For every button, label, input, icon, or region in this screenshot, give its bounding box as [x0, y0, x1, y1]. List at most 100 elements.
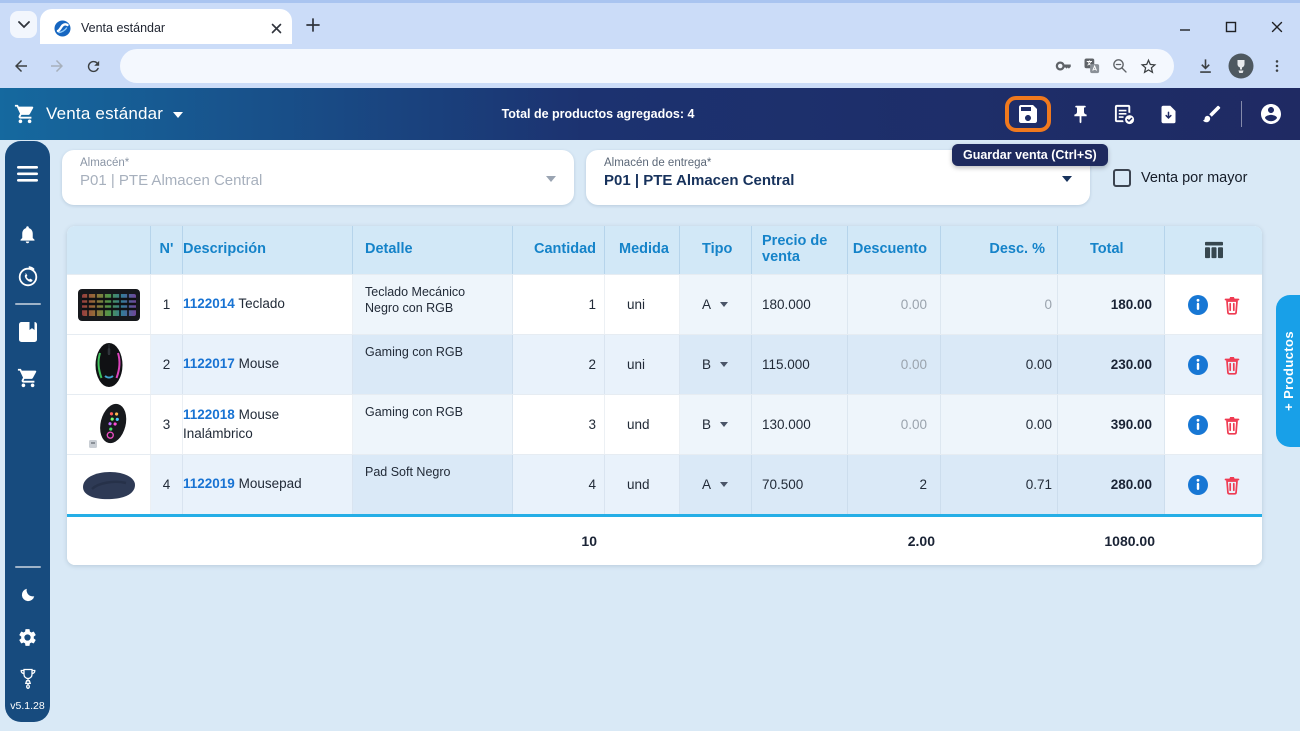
wholesale-checkbox[interactable] [1113, 169, 1131, 187]
product-name: Mouse [238, 356, 280, 372]
unit-cell: uni [605, 335, 680, 394]
totals-row: 10 2.00 1080.00 [67, 517, 1262, 565]
product-description: 1122014 Teclado [183, 275, 353, 334]
sale-price-cell[interactable]: 130.000 [752, 395, 848, 454]
column-settings-button[interactable] [1165, 226, 1262, 274]
price-type-select[interactable]: B [680, 395, 752, 454]
new-tab-button[interactable] [302, 14, 324, 36]
delete-button[interactable] [1223, 475, 1241, 495]
document-check-icon [1114, 104, 1134, 124]
sale-type-selector[interactable]: Venta estándar [14, 103, 184, 125]
delete-button[interactable] [1223, 415, 1241, 435]
product-description: 1122018 Mouse Inalámbrico [183, 395, 353, 454]
browser-tab[interactable]: Venta estándar [40, 9, 292, 47]
save-button[interactable] [1013, 99, 1043, 129]
account-icon [1261, 104, 1281, 124]
save-icon [1019, 105, 1037, 123]
row-number: 3 [151, 395, 183, 454]
discount-cell[interactable]: 2 [848, 455, 941, 514]
minimize-button[interactable] [1162, 6, 1208, 47]
delete-button[interactable] [1223, 295, 1241, 315]
trash-icon [1224, 416, 1239, 435]
delivery-warehouse-value: P01 | PTE Almacen Central [604, 172, 795, 189]
table-row: 3 1122018 Mouse Inalámbrico Gaming con R… [67, 394, 1262, 454]
reload-button[interactable] [78, 51, 108, 81]
add-products-tab[interactable]: + Productos [1276, 295, 1300, 447]
save-tooltip: Guardar venta (Ctrl+S) [952, 144, 1108, 166]
discount-cell[interactable]: 0.00 [848, 335, 941, 394]
discount-cell[interactable]: 0.00 [848, 395, 941, 454]
discount-pct-cell[interactable]: 0.00 [941, 335, 1058, 394]
clear-button[interactable] [1197, 99, 1227, 129]
product-code-link[interactable]: 1122018 [183, 407, 235, 422]
sidebar-whatsapp-button[interactable] [5, 259, 50, 293]
window-controls [1162, 6, 1300, 47]
unit-cell: und [605, 395, 680, 454]
forward-button[interactable] [42, 51, 72, 81]
quantity-cell[interactable]: 4 [513, 455, 605, 514]
sale-price-cell[interactable]: 180.000 [752, 275, 848, 334]
product-code-link[interactable]: 1122014 [183, 296, 235, 311]
downloads-button[interactable] [1190, 51, 1220, 81]
info-button[interactable] [1187, 414, 1209, 436]
gear-icon [19, 628, 36, 646]
version-text: v5.1.28 [10, 700, 45, 712]
info-button[interactable] [1187, 354, 1209, 376]
bookmark-button[interactable] [1134, 52, 1162, 80]
password-manager-button[interactable] [1050, 52, 1078, 80]
quantity-cell[interactable]: 1 [513, 275, 605, 334]
price-type-select[interactable]: A [680, 275, 752, 334]
export-document-button[interactable] [1153, 99, 1183, 129]
delete-button[interactable] [1223, 355, 1241, 375]
zoom-button[interactable] [1106, 52, 1134, 80]
price-type-select[interactable]: A [680, 455, 752, 514]
star-icon [1140, 58, 1156, 74]
quantity-cell[interactable]: 2 [513, 335, 605, 394]
browser-menu-button[interactable] [1262, 51, 1292, 81]
browser-profile-avatar[interactable] [1226, 51, 1256, 81]
browser-toolbar [0, 44, 1300, 88]
tab-search-button[interactable] [10, 11, 37, 38]
pin-button[interactable] [1065, 99, 1095, 129]
warehouse-select[interactable]: Almacén* P01 | PTE Almacen Central [62, 150, 574, 205]
product-detail: Teclado Mecánico Negro con RGB [353, 275, 513, 334]
key-icon [1055, 61, 1071, 71]
product-name: Teclado [238, 296, 285, 312]
sidebar-notifications-button[interactable] [5, 217, 50, 251]
sidebar-catalog-button[interactable] [5, 315, 50, 349]
sidebar-cart-button[interactable] [5, 361, 50, 395]
sidebar-menu-button[interactable] [5, 157, 50, 191]
discount-pct-cell[interactable]: 0.00 [941, 395, 1058, 454]
account-button[interactable] [1256, 99, 1286, 129]
sale-price-cell[interactable]: 115.000 [752, 335, 848, 394]
sale-list-button[interactable] [1109, 99, 1139, 129]
price-type-select[interactable]: B [680, 335, 752, 394]
product-image [67, 395, 151, 454]
trash-icon [1224, 296, 1239, 315]
row-total-cell: 230.00 [1058, 335, 1165, 394]
cart-icon [14, 104, 34, 124]
discount-pct-cell[interactable]: 0.71 [941, 455, 1058, 514]
products-table: N' Descripción Detalle Cantidad Medida T… [67, 226, 1262, 565]
hamburger-icon [17, 166, 38, 182]
translate-button[interactable] [1078, 52, 1106, 80]
dark-mode-button[interactable] [5, 578, 50, 612]
row-number: 1 [151, 275, 183, 334]
discount-cell[interactable]: 0.00 [848, 275, 941, 334]
quantity-cell[interactable]: 3 [513, 395, 605, 454]
browser-tab-strip: Venta estándar [0, 0, 1300, 47]
settings-button[interactable] [5, 620, 50, 654]
info-button[interactable] [1187, 294, 1209, 316]
chevron-down-icon [720, 302, 729, 307]
info-button[interactable] [1187, 474, 1209, 496]
discount-pct-cell[interactable]: 0 [941, 275, 1058, 334]
chevron-down-icon [1062, 176, 1072, 182]
back-button[interactable] [6, 51, 36, 81]
maximize-button[interactable] [1208, 6, 1254, 47]
address-bar[interactable] [120, 49, 1174, 83]
product-code-link[interactable]: 1122017 [183, 356, 235, 371]
close-window-button[interactable] [1254, 6, 1300, 47]
tab-close-button[interactable] [271, 23, 282, 34]
product-code-link[interactable]: 1122019 [183, 476, 235, 491]
sale-price-cell[interactable]: 70.500 [752, 455, 848, 514]
